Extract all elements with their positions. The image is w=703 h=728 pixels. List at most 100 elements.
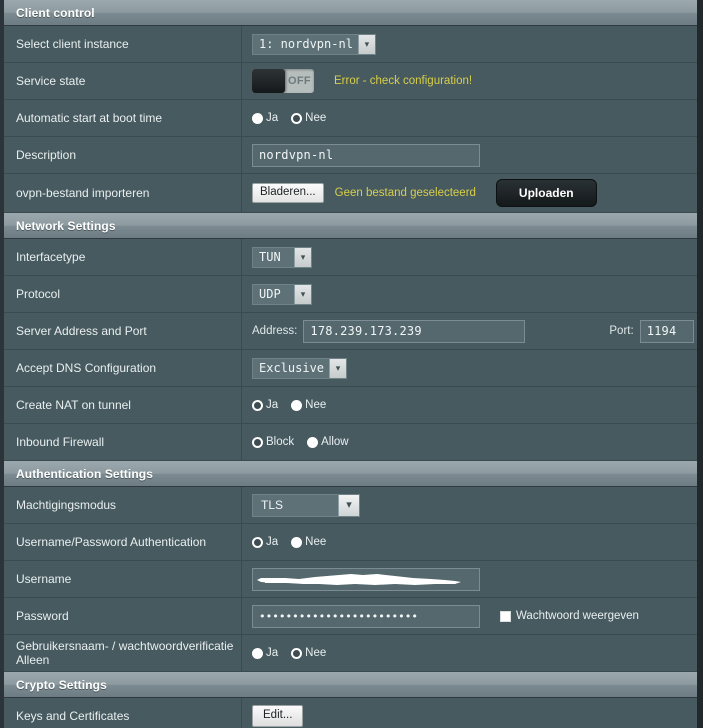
row-protocol: Protocol UDP ▾ — [4, 276, 697, 313]
section-title-authentication-settings: Authentication Settings — [16, 466, 153, 481]
value-userpass-auth: Ja Nee — [242, 524, 697, 560]
row-userpass-auth: Username/Password Authentication Ja Nee — [4, 524, 697, 561]
radio-dot-unselected — [291, 112, 303, 124]
row-server-address-port: Server Address and Port Address: 178.239… — [4, 313, 697, 350]
userpass-auth-radio-nee-label: Nee — [305, 536, 327, 548]
radio-dot-selected — [307, 436, 319, 448]
password-input-value: •••••••••••••••••••••••• — [259, 609, 418, 623]
radio-dot-selected — [252, 112, 263, 124]
auto-start-radio-nee[interactable]: Nee — [291, 112, 326, 124]
auth-mode-value: TLS — [261, 497, 284, 512]
label-auth-mode: Machtigingsmodus — [4, 487, 242, 523]
create-nat-radio-ja-label: Ja — [266, 399, 279, 411]
userpass-only-radio-group: Ja Nee — [252, 647, 335, 659]
auto-start-radio-ja[interactable]: Ja — [252, 112, 278, 124]
show-password-label: Wachtwoord weergeven — [516, 610, 639, 622]
service-state-error-text: Error - check configuration! — [334, 75, 473, 87]
label-interface-type: Interfacetype — [4, 239, 242, 275]
select-client-instance-dropdown[interactable]: 1: nordvpn-nl ▾ — [252, 33, 376, 55]
inbound-firewall-radio-allow[interactable]: Allow — [307, 436, 349, 448]
vpn-client-settings-page: Client control Select client instance 1:… — [0, 0, 703, 728]
row-select-client-instance: Select client instance 1: nordvpn-nl ▾ — [4, 26, 697, 63]
userpass-auth-radio-nee[interactable]: Nee — [291, 536, 326, 548]
inbound-firewall-radio-block[interactable]: Block — [252, 436, 294, 448]
row-keys-and-certificates: Keys and Certificates Edit... — [4, 698, 697, 728]
userpass-auth-radio-ja[interactable]: Ja — [252, 536, 278, 548]
label-import-ovpn: ovpn-bestand importeren — [4, 174, 242, 212]
userpass-auth-radio-ja-label: Ja — [266, 536, 279, 548]
value-auto-start: Ja Nee — [242, 100, 697, 136]
chevron-down-icon: ▾ — [294, 284, 311, 304]
select-client-instance-value: 1: nordvpn-nl — [259, 36, 353, 51]
server-port-input[interactable]: 1194 — [639, 319, 694, 343]
row-accept-dns: Accept DNS Configuration Exclusive ▾ — [4, 350, 697, 387]
server-address-value: 178.239.173.239 — [310, 324, 422, 338]
section-title-crypto-settings: Crypto Settings — [16, 677, 107, 692]
radio-dot-selected — [291, 399, 303, 411]
auto-start-radio-ja-label: Ja — [266, 112, 279, 124]
value-keys-and-certificates: Edit... — [242, 698, 697, 728]
create-nat-radio-group: Ja Nee — [252, 399, 335, 411]
show-password-checkbox[interactable] — [500, 610, 511, 622]
row-import-ovpn: ovpn-bestand importeren Bladeren... Geen… — [4, 174, 697, 213]
protocol-dropdown[interactable]: UDP ▾ — [252, 283, 312, 305]
auth-mode-dropdown[interactable]: TLS ▾ — [252, 493, 360, 517]
radio-dot-unselected — [252, 536, 263, 548]
section-header-crypto-settings: Crypto Settings — [4, 672, 697, 698]
userpass-only-radio-ja[interactable]: Ja — [252, 647, 278, 659]
userpass-only-radio-nee-label: Nee — [305, 647, 327, 659]
value-create-nat: Ja Nee — [242, 387, 697, 423]
auto-start-radio-nee-label: Nee — [305, 112, 327, 124]
row-description: Description nordvpn-nl — [4, 137, 697, 174]
label-protocol: Protocol — [4, 276, 242, 312]
description-input-value: nordvpn-nl — [259, 148, 334, 162]
accept-dns-dropdown[interactable]: Exclusive ▾ — [252, 357, 348, 379]
section-title-client-control: Client control — [16, 5, 95, 20]
inbound-firewall-radio-group: Block Allow — [252, 436, 358, 448]
inbound-firewall-radio-block-label: Block — [266, 436, 295, 448]
protocol-value: UDP — [259, 286, 281, 301]
value-auth-mode: TLS ▾ — [242, 487, 697, 523]
chevron-down-icon: ▾ — [329, 358, 347, 378]
label-password: Password — [4, 598, 242, 634]
value-accept-dns: Exclusive ▾ — [242, 350, 697, 386]
value-interface-type: TUN ▾ — [242, 239, 697, 275]
row-auth-mode: Machtigingsmodus TLS ▾ — [4, 487, 697, 524]
upload-button[interactable]: Uploaden — [495, 179, 597, 207]
edit-keys-button[interactable]: Edit... — [252, 704, 304, 728]
radio-dot-unselected — [252, 436, 263, 448]
value-import-ovpn: Bladeren... Geen bestand geselecteerd Up… — [242, 174, 697, 212]
value-password: •••••••••••••••••••••••• Wachtwoord weer… — [242, 598, 697, 634]
label-keys-and-certificates: Keys and Certificates — [4, 698, 242, 728]
radio-dot-selected — [252, 647, 263, 659]
password-input[interactable]: •••••••••••••••••••••••• — [252, 604, 480, 628]
row-username: Username — [4, 561, 697, 598]
description-input[interactable]: nordvpn-nl — [252, 143, 480, 167]
value-service-state: OFF Error - check configuration! — [242, 63, 697, 99]
value-server-address-port: Address: 178.239.173.239 Port: 1194 — [242, 313, 697, 349]
label-username: Username — [4, 561, 242, 597]
service-state-toggle[interactable]: OFF — [252, 69, 314, 93]
username-input[interactable] — [252, 567, 480, 591]
radio-dot-unselected — [252, 399, 263, 411]
value-userpass-only: Ja Nee — [242, 635, 697, 671]
label-userpass-only: Gebruikersnaam- / wachtwoordverificatie … — [4, 635, 242, 671]
file-status-text: Geen bestand geselecteerd — [334, 187, 476, 199]
row-userpass-only: Gebruikersnaam- / wachtwoordverificatie … — [4, 635, 697, 672]
interface-type-dropdown[interactable]: TUN ▾ — [252, 246, 312, 268]
browse-button[interactable]: Bladeren... — [252, 182, 324, 204]
create-nat-radio-ja[interactable]: Ja — [252, 399, 278, 411]
value-protocol: UDP ▾ — [242, 276, 697, 312]
label-accept-dns: Accept DNS Configuration — [4, 350, 242, 386]
server-address-input[interactable]: 178.239.173.239 — [303, 319, 526, 343]
accept-dns-value: Exclusive — [259, 360, 325, 375]
section-header-client-control: Client control — [4, 0, 697, 26]
row-auto-start: Automatic start at boot time Ja Nee — [4, 100, 697, 137]
value-select-client-instance: 1: nordvpn-nl ▾ — [242, 26, 697, 62]
label-server-address-port: Server Address and Port — [4, 313, 242, 349]
userpass-only-radio-ja-label: Ja — [266, 647, 279, 659]
userpass-only-radio-nee[interactable]: Nee — [291, 647, 326, 659]
create-nat-radio-nee[interactable]: Nee — [291, 399, 326, 411]
show-password-checkbox-wrap[interactable]: Wachtwoord weergeven — [500, 610, 639, 622]
label-inbound-firewall: Inbound Firewall — [4, 424, 242, 460]
